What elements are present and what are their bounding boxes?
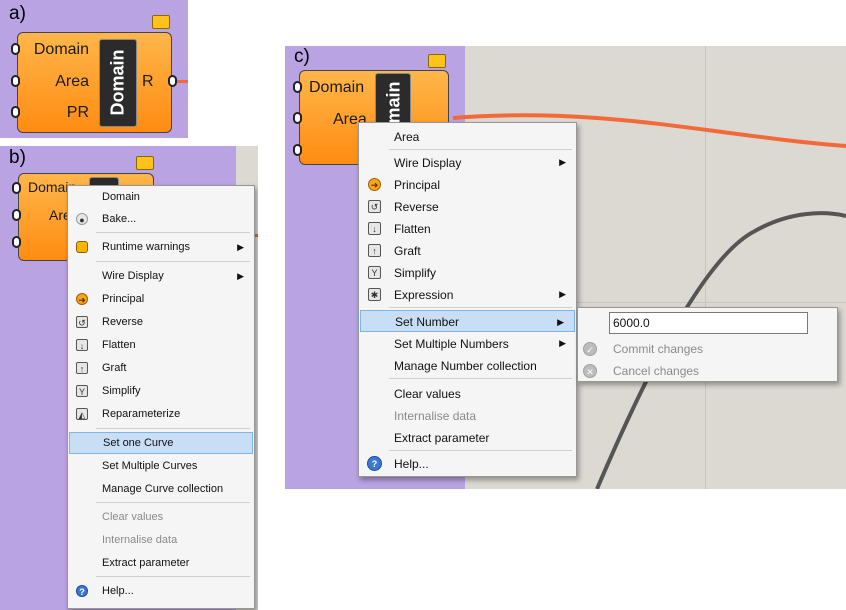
- submenu-arrow-icon: ▶: [237, 271, 244, 281]
- menu-item-set-one-curve[interactable]: Set one Curve: [69, 432, 253, 454]
- reparameterize-icon: ◭: [76, 408, 88, 420]
- panel-label: b): [9, 147, 26, 168]
- menu-separator: [389, 450, 572, 451]
- input-grip-domain[interactable]: [12, 182, 21, 194]
- menu-separator: [389, 149, 572, 150]
- input-label-pr: PR: [66, 104, 89, 121]
- message-flag-icon[interactable]: [428, 54, 446, 68]
- principal-icon: ➜: [76, 293, 88, 305]
- output-label-r: R: [142, 73, 154, 90]
- menu-item-clear-values: Clear values: [102, 511, 164, 523]
- menu-item-cancel-changes: ✕ Cancel changes: [578, 360, 837, 380]
- menu-item-commit-changes: ✓ Commit changes: [578, 338, 837, 358]
- principal-icon: ➜: [368, 178, 381, 191]
- submenu-arrow-icon: ▶: [559, 289, 566, 299]
- input-grip-area[interactable]: [12, 209, 21, 221]
- menu-item-help[interactable]: ? Help...: [68, 582, 254, 600]
- menu-item-principal[interactable]: ➜ Principal: [359, 174, 576, 194]
- menu-item-wire-display[interactable]: Wire Display ▶: [359, 152, 576, 172]
- panel-b: b) Domain Area Domain ● Bake... Runtime w…: [0, 146, 258, 610]
- menu-item-manage-curve-collection[interactable]: Manage Curve collection: [68, 480, 254, 498]
- menu-item-reparameterize[interactable]: ◭ Reparameterize: [68, 405, 254, 423]
- help-icon: ?: [367, 456, 382, 471]
- menu-separator: [96, 576, 250, 577]
- flatten-icon: ↓: [368, 222, 381, 235]
- input-grip-pr[interactable]: [12, 236, 21, 248]
- menu-item-set-multiple-numbers[interactable]: Set Multiple Numbers ▶: [359, 333, 576, 353]
- menu-item-reverse[interactable]: ↺ Reverse: [359, 196, 576, 216]
- panel-label: a): [9, 3, 26, 24]
- graft-icon: ↑: [76, 362, 88, 374]
- warning-icon: [76, 241, 88, 253]
- help-icon: ?: [76, 585, 88, 597]
- menu-item-extract-parameter[interactable]: Extract parameter: [359, 427, 576, 447]
- domain-component[interactable]: Domain Area PR Domain R: [17, 32, 172, 133]
- simplify-icon: Y: [368, 266, 381, 279]
- menu-item-reverse[interactable]: ↺ Reverse: [68, 313, 254, 331]
- input-grip-pr[interactable]: [293, 144, 302, 156]
- menu-separator: [389, 307, 572, 308]
- menu-item-runtime-warnings[interactable]: Runtime warnings ▶: [68, 238, 254, 256]
- menu-item-help[interactable]: ? Help...: [359, 453, 576, 473]
- menu-separator: [96, 232, 250, 233]
- submenu-arrow-icon: ▶: [557, 317, 564, 327]
- input-grip-domain[interactable]: [11, 43, 20, 55]
- menu-item-bake[interactable]: ● Bake...: [68, 210, 254, 228]
- bake-icon: ●: [76, 213, 88, 225]
- menu-separator: [389, 378, 572, 379]
- flatten-icon: ↓: [76, 339, 88, 351]
- menu-item-set-multiple-curves[interactable]: Set Multiple Curves: [68, 457, 254, 475]
- menu-item-simplify[interactable]: Y Simplify: [68, 382, 254, 400]
- menu-item-internalise-data: Internalise data: [102, 534, 178, 546]
- menu-item-set-number[interactable]: Set Number ▶: [360, 310, 575, 332]
- input-label-domain: Domain: [309, 79, 365, 96]
- submenu-arrow-icon: ▶: [559, 338, 566, 348]
- menu-item-clear-values[interactable]: Clear values: [359, 383, 576, 403]
- menu-item-manage-number-collection[interactable]: Manage Number collection: [359, 355, 576, 375]
- menu-item-domain[interactable]: Domain: [68, 188, 254, 206]
- submenu-arrow-icon: ▶: [237, 242, 244, 252]
- menu-item-graft[interactable]: ↑ Graft: [68, 359, 254, 377]
- component-badge-text: Domain: [107, 49, 128, 116]
- reverse-icon: ↺: [76, 316, 88, 328]
- menu-item-area[interactable]: Area: [359, 126, 576, 146]
- menu-item-simplify[interactable]: Y Simplify: [359, 262, 576, 282]
- input-grip-area[interactable]: [11, 75, 20, 87]
- context-menu-number: Area Wire Display ▶ ➜ Principal ↺ Reverse ↓…: [358, 122, 577, 477]
- menu-item-principal[interactable]: ➜ Principal: [68, 290, 254, 308]
- output-wire: [177, 80, 188, 83]
- menu-separator: [96, 502, 250, 503]
- panel-label: c): [294, 46, 310, 67]
- reverse-icon: ↺: [368, 200, 381, 213]
- menu-item-flatten[interactable]: ↓ Flatten: [68, 336, 254, 354]
- panel-c: c) Domain Area main Area Wire Display ▶ ➜…: [285, 46, 846, 489]
- input-label-domain: Domain: [33, 41, 89, 58]
- input-grip-area[interactable]: [293, 112, 302, 124]
- input-grip-pr[interactable]: [11, 106, 20, 118]
- output-grip-r[interactable]: [168, 75, 177, 87]
- menu-item-graft[interactable]: ↑ Graft: [359, 240, 576, 260]
- simplify-icon: Y: [76, 385, 88, 397]
- number-input[interactable]: [609, 312, 808, 334]
- menu-item-internalise-data: Internalise data: [394, 409, 477, 423]
- submenu-set-number: ✓Commit changes ✕Cancel changes: [577, 307, 838, 382]
- menu-item-extract-parameter[interactable]: Extract parameter: [68, 554, 254, 572]
- menu-item-flatten[interactable]: ↓ Flatten: [359, 218, 576, 238]
- component-badge: Domain: [99, 39, 137, 127]
- commit-icon: ✓: [583, 342, 597, 356]
- menu-separator: [96, 428, 250, 429]
- expression-icon: ✱: [368, 288, 381, 301]
- cancel-icon: ✕: [583, 364, 597, 378]
- input-label-area: Area: [55, 73, 89, 90]
- message-flag-icon[interactable]: [136, 156, 154, 170]
- menu-item-expression[interactable]: ✱ Expression ▶: [359, 284, 576, 304]
- menu-separator: [96, 261, 250, 262]
- menu-item-wire-display[interactable]: Wire Display ▶: [68, 267, 254, 285]
- submenu-arrow-icon: ▶: [559, 157, 566, 167]
- message-flag-icon[interactable]: [152, 15, 170, 29]
- panel-a: a) Domain Area PR Domain R: [0, 0, 188, 138]
- context-menu-curve: Domain ● Bake... Runtime warnings ▶ Wire D…: [67, 185, 255, 609]
- graft-icon: ↑: [368, 244, 381, 257]
- input-grip-domain[interactable]: [293, 81, 302, 93]
